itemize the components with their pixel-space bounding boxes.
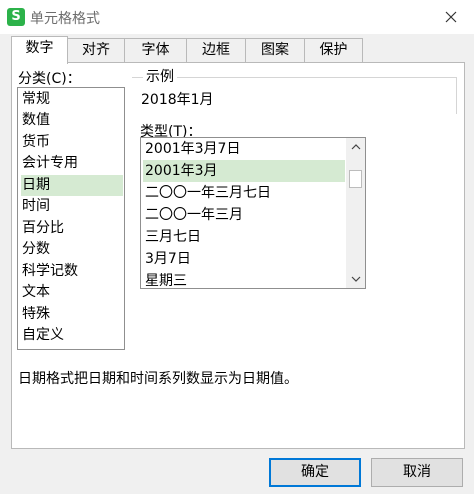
category-label: 分类(C)： — [18, 71, 81, 87]
tab-alignment[interactable]: 对齐 — [67, 38, 125, 62]
category-item[interactable]: 文本 — [21, 282, 123, 303]
scroll-thumb[interactable] — [349, 170, 362, 188]
category-item[interactable]: 数值 — [21, 110, 123, 131]
sample-value: 2018年1月 — [141, 92, 214, 108]
type-item[interactable]: 二〇〇一年三月七日 — [143, 182, 345, 204]
tab-pattern[interactable]: 图案 — [245, 38, 305, 62]
chevron-down-icon — [351, 276, 360, 282]
tab-font[interactable]: 字体 — [124, 38, 187, 62]
category-item[interactable]: 常规 — [21, 89, 123, 110]
category-list[interactable]: 常规 数值 货币 会计专用 日期 时间 百分比 分数 科学记数 文本 特殊 自定… — [17, 87, 125, 350]
category-item[interactable]: 会计专用 — [21, 153, 123, 174]
category-item[interactable]: 时间 — [21, 196, 123, 217]
tab-protection[interactable]: 保护 — [304, 38, 363, 62]
category-item[interactable]: 百分比 — [21, 218, 123, 239]
chevron-up-icon — [351, 144, 360, 150]
type-list[interactable]: 2001年3月7日 2001年3月 二〇〇一年三月七日 二〇〇一年三月 三月七日… — [140, 137, 366, 289]
type-item[interactable]: 3月7日 — [143, 248, 345, 270]
type-item[interactable]: 二〇〇一年三月 — [143, 204, 345, 226]
category-item[interactable]: 货币 — [21, 132, 123, 153]
tab-border[interactable]: 边框 — [186, 38, 246, 62]
number-tab-panel: 分类(C)： 常规 数值 货币 会计专用 日期 时间 百分比 分数 科学记数 文… — [11, 62, 465, 449]
window-title: 单元格格式 — [30, 11, 100, 27]
category-item[interactable]: 科学记数 — [21, 261, 123, 282]
category-item-selected[interactable]: 日期 — [21, 175, 123, 196]
format-description: 日期格式把日期和时间系列数显示为日期值。 — [18, 371, 298, 387]
type-item-selected[interactable]: 2001年3月 — [143, 160, 345, 182]
app-logo-icon: S — [7, 8, 25, 26]
cancel-button[interactable]: 取消 — [371, 458, 463, 487]
title-bar: S 单元格格式 — [0, 0, 474, 34]
close-icon — [445, 11, 457, 23]
close-button[interactable] — [436, 4, 466, 30]
tab-number[interactable]: 数字 — [11, 36, 68, 64]
scroll-down-button[interactable] — [346, 270, 365, 288]
category-item[interactable]: 自定义 — [21, 325, 123, 346]
ok-button[interactable]: 确定 — [269, 458, 361, 487]
type-list-scrollbar[interactable] — [346, 138, 365, 288]
category-item[interactable]: 特殊 — [21, 304, 123, 325]
type-item[interactable]: 三月七日 — [143, 226, 345, 248]
type-item[interactable]: 2001年3月7日 — [143, 138, 345, 160]
type-item[interactable]: 星期三 — [143, 270, 345, 288]
sample-label: 示例 — [143, 66, 177, 86]
category-item[interactable]: 分数 — [21, 239, 123, 260]
scroll-up-button[interactable] — [346, 138, 365, 156]
